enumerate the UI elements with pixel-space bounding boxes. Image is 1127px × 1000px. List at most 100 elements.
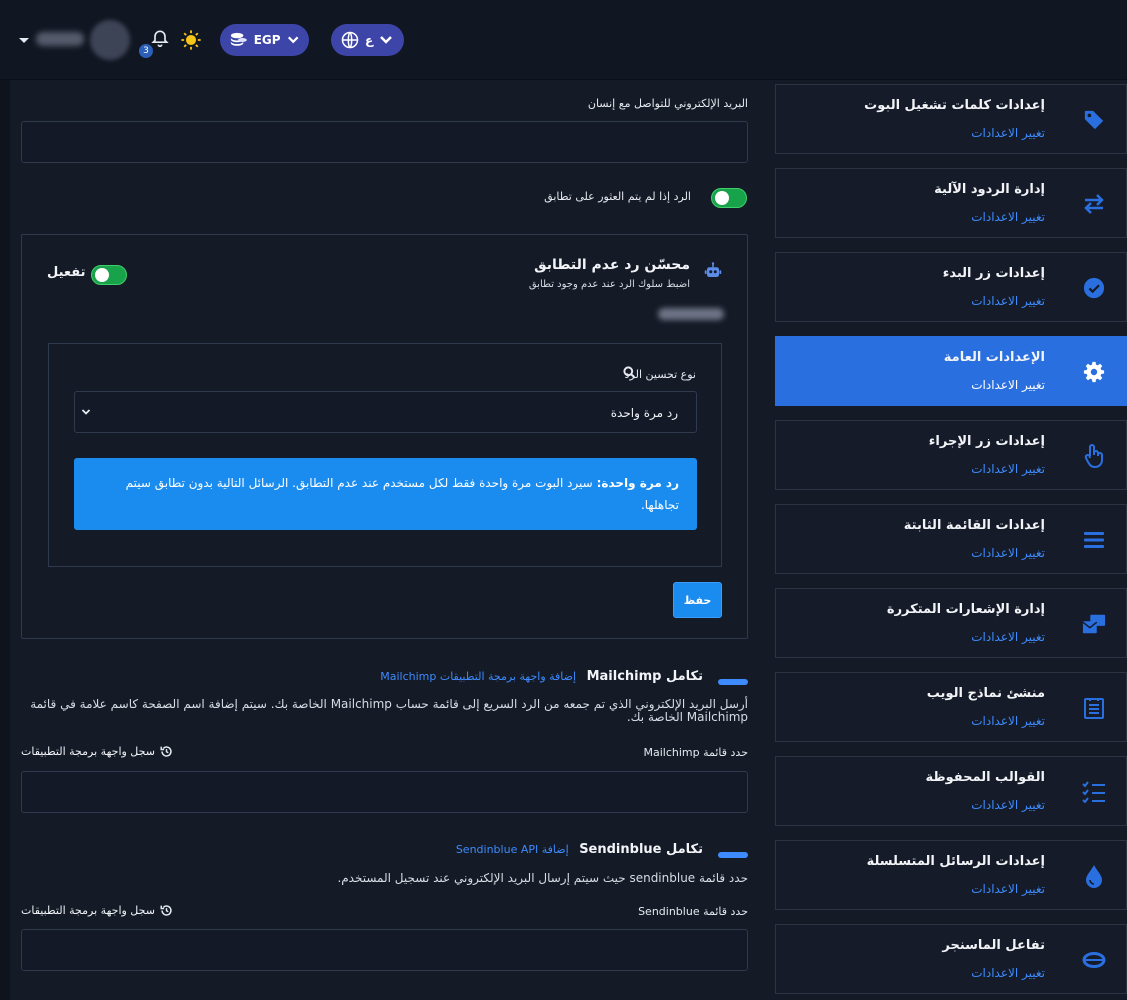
mailchimp-list-label: حدد قائمة Mailchimp xyxy=(643,746,748,759)
drop-icon xyxy=(1082,864,1106,888)
sidebar-item-recurring-notifications[interactable]: إدارة الإشعارات المتكررة تغيير الاعدادات xyxy=(775,588,1127,658)
optimizer-title: محسّن رد عدم التطابق xyxy=(534,257,690,273)
sidebar-item-link[interactable]: تغيير الاعدادات xyxy=(971,210,1045,224)
sendinblue-description: حدد قائمة sendinblue حيث سيتم إرسال البر… xyxy=(337,871,748,885)
sidebar-item-messenger-engagement[interactable]: تفاعل الماسنجر تغيير الاعدادات xyxy=(775,924,1127,994)
optimizer-subtitle: اضبط سلوك الرد عند عدم وجود تطابق xyxy=(528,279,690,290)
sidebar-item-link[interactable]: تغيير الاعدادات xyxy=(971,378,1045,392)
sidebar-item-link[interactable]: تغيير الاعدادات xyxy=(971,714,1045,728)
checklist-icon xyxy=(1082,780,1106,804)
sidebar-item-sequence-messages[interactable]: إعدادات الرسائل المتسلسلة تغيير الاعدادا… xyxy=(775,840,1127,910)
sendinblue-api-log-link[interactable]: سجل واجهة برمجة التطبيقات xyxy=(21,904,173,917)
globe-icon xyxy=(341,31,359,49)
mailchimp-list-select[interactable] xyxy=(21,771,748,813)
form-list-icon xyxy=(1082,696,1106,720)
sidebar-item-title: إعدادات الرسائل المتسلسلة xyxy=(866,854,1045,869)
optimizer-type-value: رد مرة واحدة xyxy=(610,406,678,420)
sendinblue-list-select[interactable] xyxy=(21,929,748,971)
no-match-reply-label: الرد إذا لم يتم العثور على تطابق xyxy=(544,190,691,203)
mailchimp-add-api-link[interactable]: إضافة واجهة برمجة التطبيقات Mailchimp xyxy=(380,670,576,683)
sidebar-item-title: إعدادات القائمة الثابتة xyxy=(903,518,1045,533)
sendinblue-section-marker xyxy=(718,852,748,858)
arrows-exchange-icon xyxy=(1082,192,1106,216)
check-circle-icon xyxy=(1082,276,1106,300)
optimizer-type-select[interactable]: رد مرة واحدة xyxy=(74,391,697,433)
optimizer-info-alert: رد مرة واحدة: سيرد البوت مرة واحدة فقط ل… xyxy=(74,458,697,530)
hand-pointer-icon xyxy=(1082,444,1106,468)
sidebar-item-persistent-menu[interactable]: إعدادات القائمة الثابتة تغيير الاعدادات xyxy=(775,504,1127,574)
no-match-optimizer-panel: محسّن رد عدم التطابق اضبط سلوك الرد عند … xyxy=(21,234,748,639)
sidebar-item-link[interactable]: تغيير الاعدادات xyxy=(971,630,1045,644)
sidebar-item-saved-templates[interactable]: القوالب المحفوظة تغيير الاعدادات xyxy=(775,756,1127,826)
info-bold-text: رد مرة واحدة: xyxy=(596,476,679,490)
coins-icon xyxy=(230,32,247,46)
sidebar-item-link[interactable]: تغيير الاعدادات xyxy=(971,882,1045,896)
sendinblue-title-row: تكامل Sendinblue إضافة Sendinblue API xyxy=(456,842,703,857)
sidebar-item-link[interactable]: تغيير الاعدادات xyxy=(971,798,1045,812)
history-icon xyxy=(160,905,172,916)
sidebar-item-title: إعدادات كلمات تشغيل البوت xyxy=(864,98,1045,113)
save-button[interactable]: حفظ xyxy=(673,582,722,618)
optimizer-enable-toggle[interactable] xyxy=(91,265,127,285)
sidebar-item-general-settings[interactable]: الإعدادات العامة تغيير الاعدادات xyxy=(775,336,1127,406)
sidebar-item-title: القوالب المحفوظة xyxy=(925,770,1045,785)
sidebar-item-title: تفاعل الماسنجر xyxy=(942,938,1045,953)
mailchimp-title: تكامل Mailchimp xyxy=(586,669,703,684)
currency-label: EGP xyxy=(253,33,281,47)
sidebar-item-link[interactable]: تغيير الاعدادات xyxy=(971,546,1045,560)
sidebar-item-action-button[interactable]: إعدادات زر الإجراء تغيير الاعدادات xyxy=(775,420,1127,490)
menu-bars-icon xyxy=(1082,528,1106,552)
top-bar: 3 EGP ع xyxy=(0,0,1127,80)
gear-icon xyxy=(1082,360,1106,384)
human-email-input[interactable] xyxy=(21,121,748,163)
sidebar-item-link[interactable]: تغيير الاعدادات xyxy=(971,294,1045,308)
sidebar-item-web-form-builder[interactable]: منشئ نماذج الويب تغيير الاعدادات xyxy=(775,672,1127,742)
sidebar-item-title: إعدادات زر الإجراء xyxy=(928,434,1045,449)
notification-count-badge: 3 xyxy=(139,44,153,58)
currency-selector[interactable]: EGP xyxy=(220,24,309,56)
sun-icon[interactable] xyxy=(180,29,202,51)
mailchimp-description: أرسل البريد الإلكتروني الذي تم جمعه من ا… xyxy=(30,697,748,724)
mailchimp-title-row: تكامل Mailchimp إضافة واجهة برمجة التطبي… xyxy=(380,669,703,684)
blurred-status-text xyxy=(658,308,724,320)
sidebar-item-link[interactable]: تغيير الاعدادات xyxy=(971,462,1045,476)
api-log-label: سجل واجهة برمجة التطبيقات xyxy=(21,745,155,758)
optimizer-type-panel: نوع تحسين الرد رد مرة واحدة رد مرة واحدة… xyxy=(48,343,722,567)
sidebar-item-title: إدارة الردود الآلية xyxy=(934,182,1045,197)
history-icon xyxy=(160,746,172,757)
left-edge-strip xyxy=(0,80,10,1000)
sendinblue-list-label: حدد قائمة Sendinblue xyxy=(638,905,748,918)
user-menu-caret-icon[interactable] xyxy=(19,38,29,43)
robot-icon xyxy=(704,262,722,277)
mailchimp-section-marker xyxy=(718,679,748,685)
language-selector[interactable]: ع xyxy=(331,24,404,56)
bell-icon[interactable] xyxy=(150,28,170,48)
mail-bulk-icon xyxy=(1082,612,1106,636)
sidebar-item-auto-replies[interactable]: إدارة الردود الآلية تغيير الاعدادات xyxy=(775,168,1127,238)
optimizer-enable-label: تفعيل xyxy=(47,265,86,280)
sidebar-item-link[interactable]: تغيير الاعدادات xyxy=(971,966,1045,980)
human-email-label: البريد الإلكتروني للتواصل مع إنسان xyxy=(587,97,748,110)
chevron-down-icon xyxy=(380,36,393,44)
sendinblue-add-api-link[interactable]: إضافة Sendinblue API xyxy=(456,843,569,856)
sendinblue-title: تكامل Sendinblue xyxy=(579,842,703,857)
sidebar-item-title: إدارة الإشعارات المتكررة xyxy=(886,602,1045,617)
avatar[interactable] xyxy=(90,20,130,60)
no-match-reply-toggle[interactable] xyxy=(711,188,747,208)
ring-icon xyxy=(1082,948,1106,972)
chevron-down-icon xyxy=(81,409,91,415)
sidebar-item-title: منشئ نماذج الويب xyxy=(926,686,1045,701)
user-name-blurred[interactable] xyxy=(36,32,84,46)
tag-icon xyxy=(1082,108,1106,132)
language-label: ع xyxy=(365,33,374,47)
sidebar-item-title: إعدادات زر البدء xyxy=(942,266,1045,281)
optimizer-type-label: نوع تحسين الرد xyxy=(624,368,696,381)
sidebar-item-link[interactable]: تغيير الاعدادات xyxy=(971,126,1045,140)
sidebar-item-bot-keywords[interactable]: إعدادات كلمات تشغيل البوت تغيير الاعدادا… xyxy=(775,84,1127,154)
chevron-down-icon xyxy=(287,36,299,44)
sidebar-item-start-button[interactable]: إعدادات زر البدء تغيير الاعدادات xyxy=(775,252,1127,322)
mailchimp-api-log-link[interactable]: سجل واجهة برمجة التطبيقات xyxy=(21,745,173,758)
api-log-label: سجل واجهة برمجة التطبيقات xyxy=(21,904,155,917)
sidebar-item-title: الإعدادات العامة xyxy=(943,350,1045,365)
general-settings-panel: البريد الإلكتروني للتواصل مع إنسان الرد … xyxy=(21,80,748,1000)
